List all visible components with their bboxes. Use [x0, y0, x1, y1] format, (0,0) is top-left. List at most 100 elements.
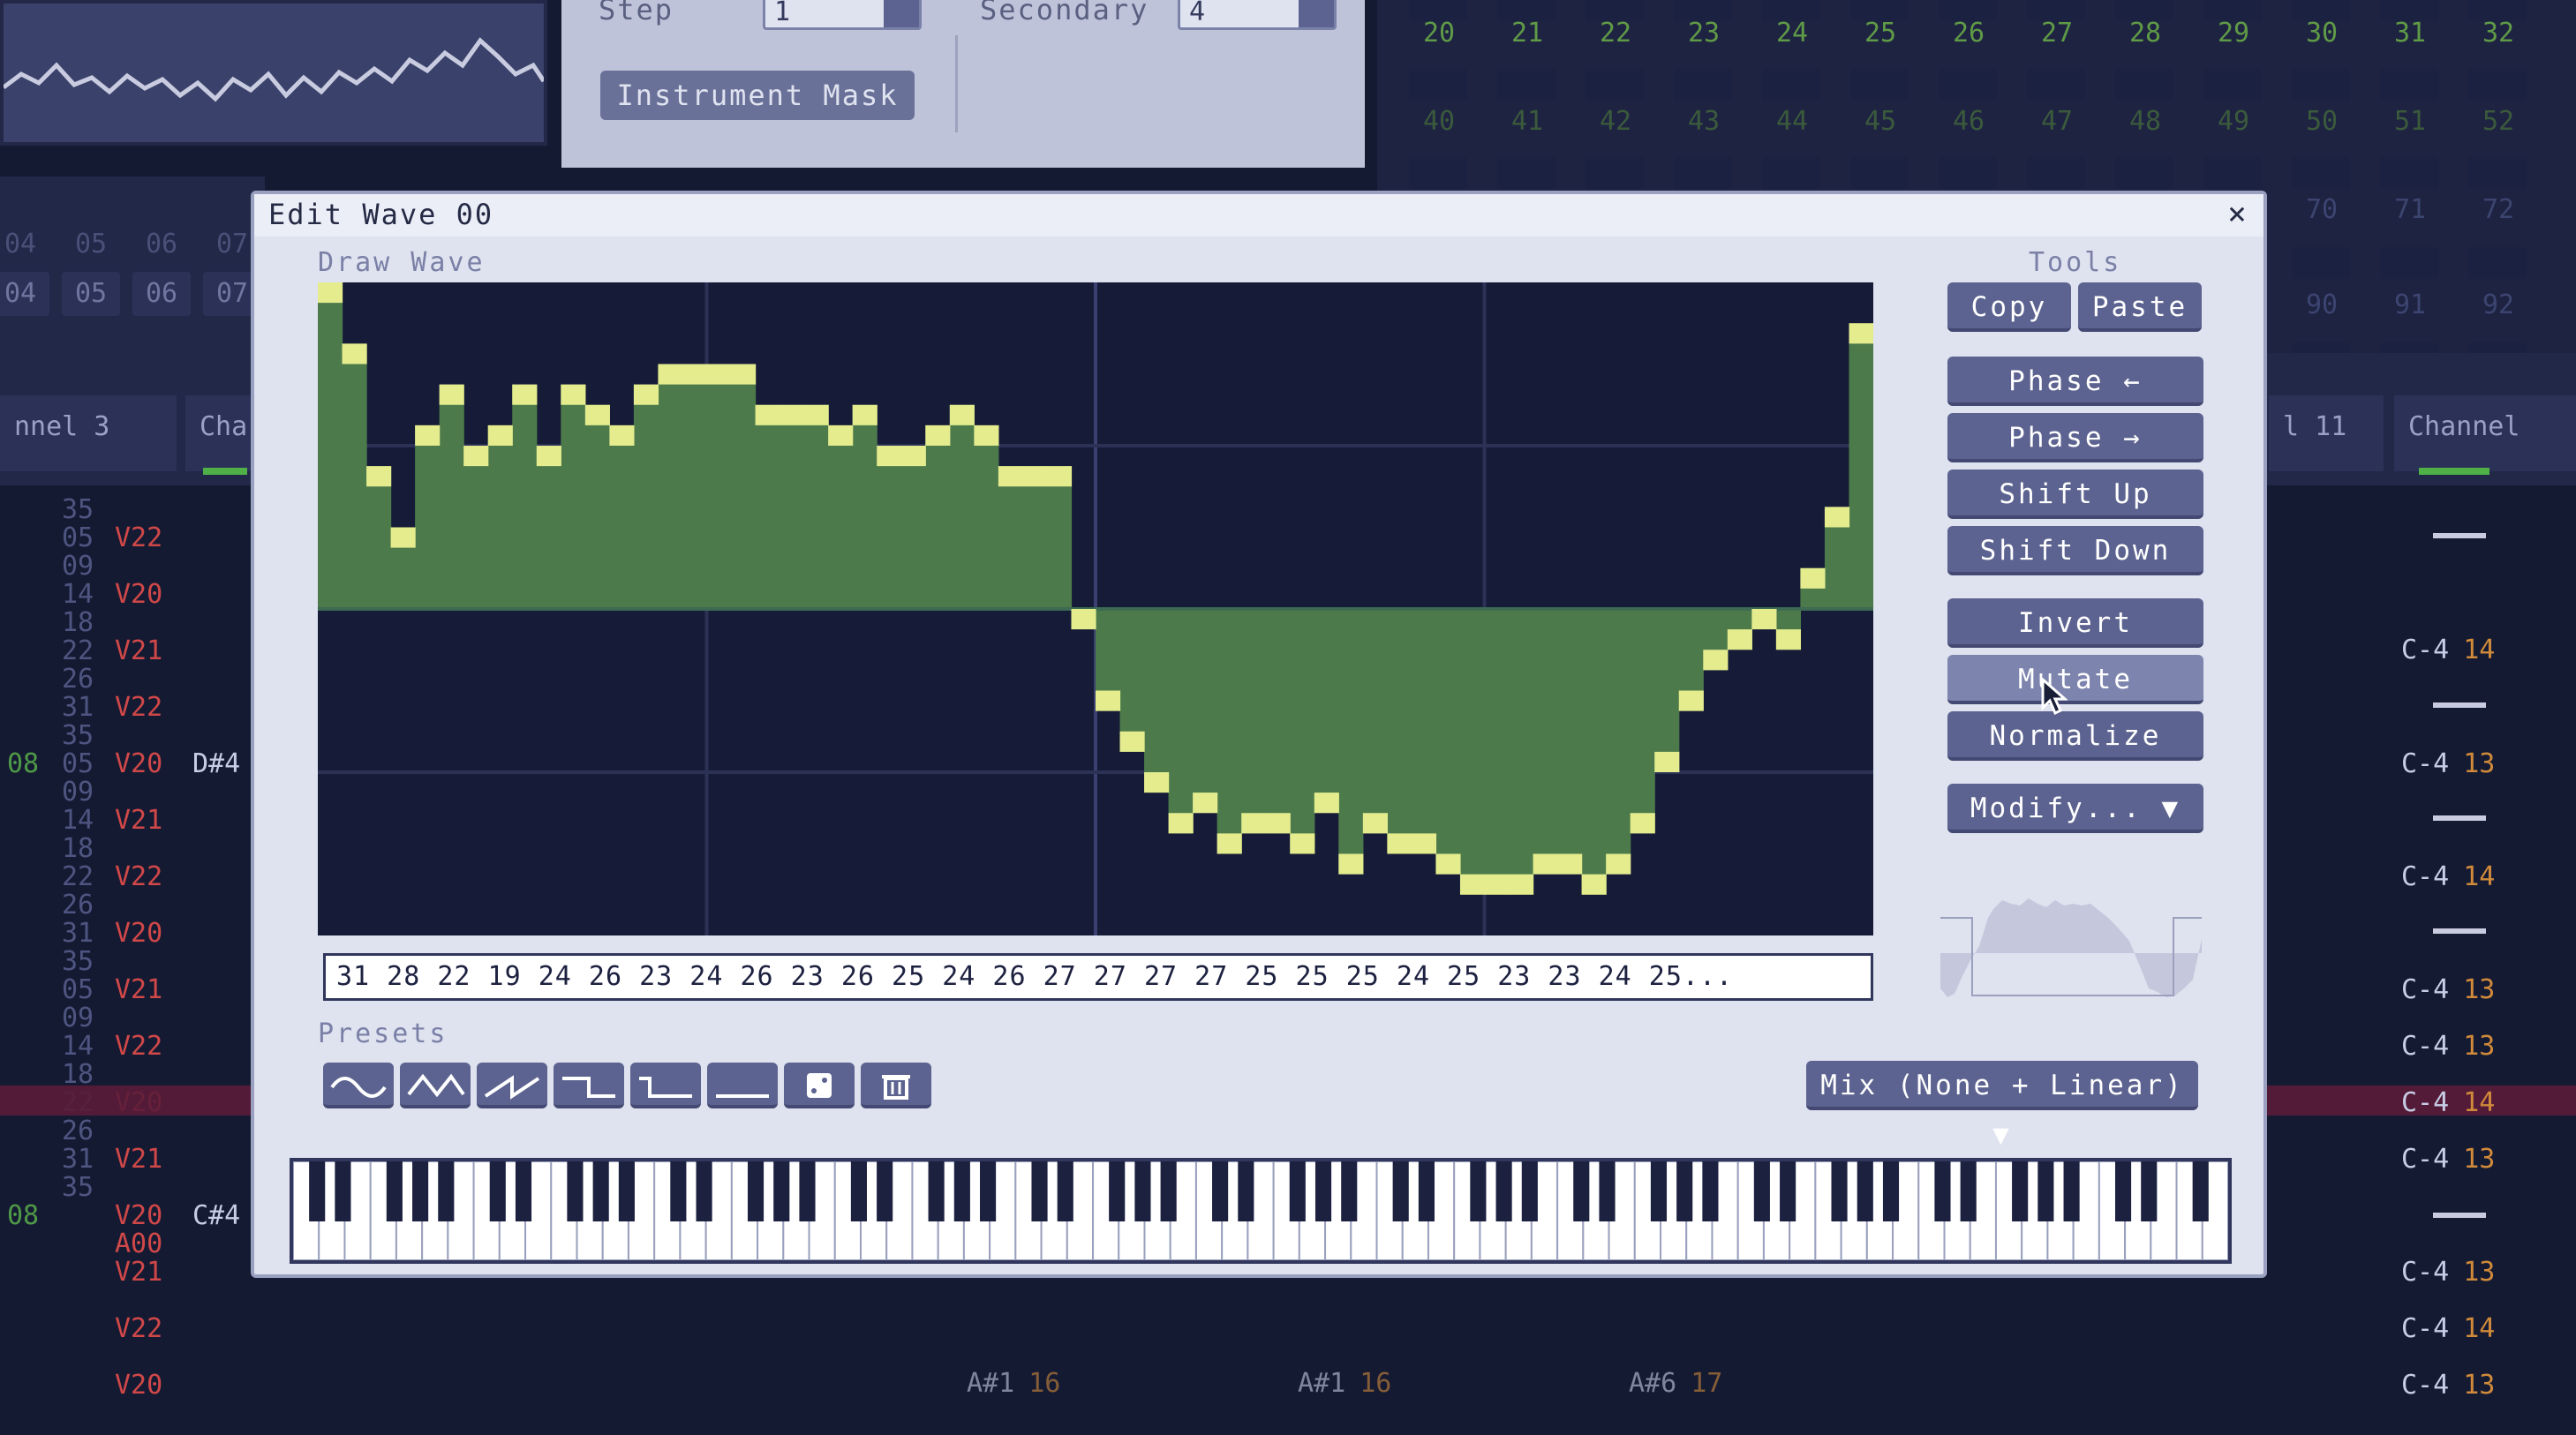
instrument-mask-button[interactable]: Instrument Mask — [600, 71, 915, 120]
instrument-slot[interactable] — [1409, 157, 1467, 189]
piano-black-key[interactable] — [1573, 1161, 1590, 1221]
shift-up-button[interactable]: Shift Up — [1947, 470, 2203, 519]
order-tab[interactable]: 05 — [62, 272, 120, 316]
dialog-title-bar[interactable] — [254, 194, 2263, 237]
wave-sample-point[interactable] — [1168, 813, 1194, 834]
instrument-slot[interactable] — [1939, 69, 1997, 101]
piano-keyboard[interactable] — [290, 1158, 2232, 1264]
pattern-row[interactable]: C-4 13 — [2401, 974, 2495, 1005]
wave-sample-point[interactable] — [390, 527, 416, 548]
wave-sample-point[interactable] — [1022, 466, 1048, 487]
wave-sample-point[interactable] — [949, 404, 975, 425]
channel-header-right[interactable]: l 11 — [2269, 395, 2384, 471]
piano-black-key[interactable] — [1238, 1161, 1254, 1221]
piano-black-key[interactable] — [438, 1161, 455, 1221]
wave-sample-point[interactable] — [1411, 833, 1437, 854]
wave-sample-point[interactable] — [1241, 813, 1267, 834]
piano-black-key[interactable] — [515, 1161, 532, 1221]
wave-sample-point[interactable] — [1800, 567, 1826, 589]
piano-black-key[interactable] — [386, 1161, 403, 1221]
wave-sample-point[interactable] — [828, 424, 854, 446]
wave-sample-point[interactable] — [1314, 793, 1339, 814]
wave-graph[interactable] — [318, 282, 1874, 935]
preset-button[interactable] — [784, 1063, 855, 1108]
piano-black-key[interactable] — [1134, 1161, 1151, 1221]
wave-sample-point[interactable] — [463, 446, 489, 467]
piano-black-key[interactable] — [980, 1161, 997, 1221]
piano-black-key[interactable] — [2012, 1161, 2029, 1221]
instrument-slot[interactable] — [1850, 69, 1909, 101]
channel-header-left[interactable]: nnel 3 — [0, 395, 177, 471]
piano-black-key[interactable] — [1934, 1161, 1951, 1221]
instrument-slot[interactable] — [1674, 157, 1732, 189]
wave-sample-point[interactable] — [487, 424, 513, 446]
instrument-slot[interactable] — [1762, 157, 1820, 189]
wave-sample-point[interactable] — [561, 384, 586, 405]
instrument-slot[interactable] — [2292, 157, 2350, 189]
wave-sample-point[interactable] — [1751, 609, 1777, 630]
instrument-slot[interactable] — [2027, 69, 2085, 101]
wave-sample-point[interactable] — [780, 404, 805, 425]
piano-black-key[interactable] — [1160, 1161, 1177, 1221]
wave-sample-point[interactable] — [318, 282, 343, 304]
instrument-slot[interactable] — [1586, 69, 1644, 101]
piano-black-key[interactable] — [309, 1161, 326, 1221]
invert-button[interactable]: Invert — [1947, 598, 2203, 648]
piano-black-key[interactable] — [696, 1161, 712, 1221]
piano-black-key[interactable] — [567, 1161, 584, 1221]
preset-button[interactable] — [630, 1063, 701, 1108]
piano-black-key[interactable] — [1857, 1161, 1873, 1221]
wave-sample-point[interactable] — [633, 384, 659, 405]
wave-sample-point[interactable] — [1119, 731, 1145, 752]
wave-sample-point[interactable] — [1581, 874, 1607, 895]
shift-down-button[interactable]: Shift Down — [1947, 526, 2203, 575]
wave-sample-point[interactable] — [1071, 609, 1096, 630]
piano-black-key[interactable] — [670, 1161, 687, 1221]
wave-sample-point[interactable] — [1144, 772, 1170, 793]
piano-black-key[interactable] — [953, 1161, 970, 1221]
pattern-row[interactable]: C-4 14 — [2401, 1087, 2495, 1118]
wave-sample-point[interactable] — [1387, 833, 1412, 854]
piano-black-key[interactable] — [773, 1161, 790, 1221]
pattern-row[interactable]: C-4 14 — [2401, 635, 2495, 665]
piano-black-key[interactable] — [1109, 1161, 1126, 1221]
instrument-slot[interactable] — [2380, 69, 2438, 101]
piano-black-key[interactable] — [1882, 1161, 1900, 1221]
wave-sample-point[interactable] — [1727, 629, 1752, 650]
wave-sample-point[interactable] — [1096, 690, 1121, 711]
piano-black-key[interactable] — [1753, 1161, 1770, 1221]
instrument-slot[interactable] — [2027, 157, 2085, 189]
wave-sample-point[interactable] — [1193, 793, 1218, 814]
instrument-slot[interactable] — [2203, 157, 2262, 189]
piano-black-key[interactable] — [1314, 1161, 1332, 1221]
wave-sample-point[interactable] — [900, 446, 926, 467]
mix-dropdown[interactable]: Mix (None + Linear) ▼ — [1806, 1061, 2198, 1151]
piano-black-key[interactable] — [1960, 1161, 1977, 1221]
wave-sample-point[interactable] — [1654, 751, 1680, 772]
step-spinner-arrows[interactable] — [884, 0, 919, 27]
piano-black-key[interactable] — [1495, 1161, 1512, 1221]
instrument-slot[interactable] — [1939, 157, 1997, 189]
wave-sample-point[interactable] — [1216, 833, 1242, 854]
order-tab[interactable]: 06 — [132, 222, 191, 267]
wave-sample-point[interactable] — [439, 384, 464, 405]
instrument-slot[interactable] — [2203, 69, 2262, 101]
order-tab[interactable]: 06 — [132, 272, 191, 316]
piano-black-key[interactable] — [1212, 1161, 1229, 1221]
wave-sample-point[interactable] — [1849, 323, 1874, 344]
wave-sample-point[interactable] — [1290, 833, 1315, 854]
wave-sample-point[interactable] — [609, 424, 635, 446]
instrument-slot[interactable] — [2292, 247, 2350, 279]
preset-button[interactable] — [861, 1063, 931, 1108]
channel-header-far-right[interactable]: Channel — [2394, 395, 2576, 471]
wave-sample-point[interactable] — [998, 466, 1024, 487]
mutate-button[interactable]: Mutate — [1947, 655, 2203, 704]
wave-sample-point[interactable] — [1484, 874, 1510, 895]
wave-sample-point[interactable] — [1678, 690, 1704, 711]
pattern-row[interactable]: C-4 13 — [2401, 1370, 2495, 1401]
wave-sample-point[interactable] — [1557, 853, 1583, 875]
instrument-slot[interactable] — [2468, 157, 2527, 189]
preset-button[interactable] — [707, 1063, 778, 1108]
pattern-row[interactable]: C-4 14 — [2401, 861, 2495, 892]
preset-button[interactable] — [554, 1063, 624, 1108]
